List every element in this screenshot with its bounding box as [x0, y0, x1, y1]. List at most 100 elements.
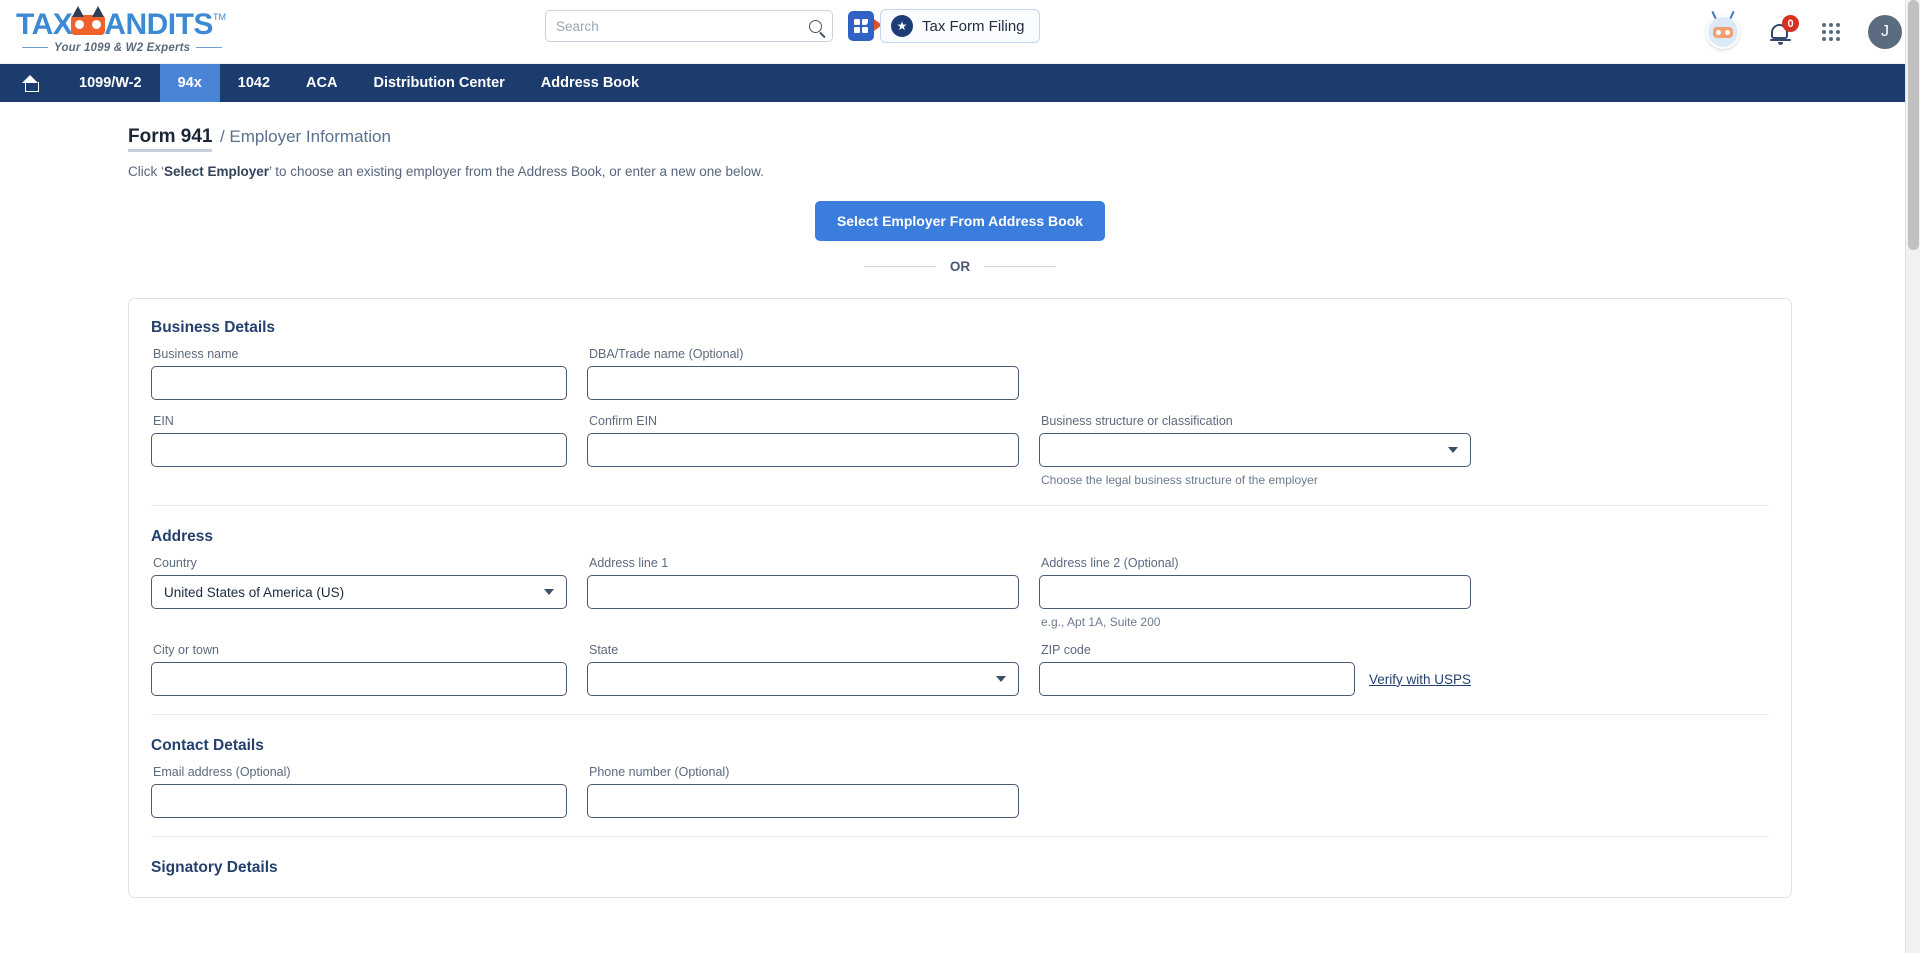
input-email-wrap[interactable] [151, 784, 567, 818]
address-line1-input[interactable] [600, 576, 1006, 608]
nav-item-distribution-center[interactable]: Distribution Center [355, 64, 522, 102]
input-dba-name-wrap[interactable] [587, 366, 1019, 400]
nav-label: 1099/W-2 [79, 75, 142, 91]
nav-label: 94x [178, 75, 202, 91]
label-address-line2: Address line 2 (Optional) [1039, 556, 1471, 570]
field-business-structure: Business structure or classification Cho… [1039, 414, 1471, 487]
search-input[interactable] [556, 19, 809, 34]
bandit-mask-icon [71, 15, 105, 35]
page-content: Form 941 / Employer Information Click ‘S… [0, 102, 1920, 953]
employer-information-card: Business Details Business name DBA/Trade… [128, 298, 1792, 898]
section-title-address: Address [139, 528, 1781, 546]
tax-form-filing-button[interactable]: ★ Tax Form Filing [880, 9, 1040, 43]
label-business-structure: Business structure or classification [1039, 414, 1471, 428]
logo-tagline: Your 1099 & W2 Experts [22, 42, 250, 54]
brand-logo[interactable]: TAX ANDITS TM Your 1099 & W2 Experts [0, 10, 250, 54]
field-city: City or town [151, 643, 567, 696]
nav-home[interactable] [0, 64, 61, 102]
grid-apps-icon [854, 19, 868, 33]
nav-item-1042[interactable]: 1042 [220, 64, 288, 102]
nav-label: ACA [306, 75, 337, 91]
country-value: United States of America (US) [164, 585, 544, 600]
business-structure-select[interactable] [1039, 433, 1471, 467]
input-ein-wrap[interactable] [151, 433, 567, 467]
row-address-1: Country United States of America (US) Ad… [139, 556, 1781, 629]
field-address-line1: Address line 1 [587, 556, 1019, 629]
tagline-rule-left [22, 47, 48, 48]
input-zip-wrap[interactable] [1039, 662, 1355, 696]
field-country: Country United States of America (US) [151, 556, 567, 629]
row-ein: EIN Confirm EIN Business structure or cl… [139, 414, 1781, 487]
instruction-text: Click ‘Select Employer’ to choose an exi… [0, 148, 1920, 179]
search-icon[interactable] [809, 20, 822, 33]
page-title-step: / Employer Information [220, 127, 391, 146]
section-divider-contact [151, 714, 1769, 715]
chat-bot-icon[interactable] [1706, 15, 1740, 49]
input-confirm-ein-wrap[interactable] [587, 433, 1019, 467]
avatar[interactable]: J [1868, 15, 1902, 49]
label-city: City or town [151, 643, 567, 657]
hint-business-structure: Choose the legal business structure of t… [1039, 473, 1471, 487]
field-phone: Phone number (Optional) [587, 765, 1019, 818]
row-address-2: City or town State ZIP code Verif [139, 643, 1781, 696]
label-dba-name: DBA/Trade name (Optional) [587, 347, 1019, 361]
nav-label: Distribution Center [373, 75, 504, 91]
field-email: Email address (Optional) [151, 765, 567, 818]
country-select[interactable]: United States of America (US) [151, 575, 567, 609]
input-phone-wrap[interactable] [587, 784, 1019, 818]
chevron-down-icon [544, 589, 554, 595]
ein-input[interactable] [164, 434, 554, 466]
scrollbar-thumb[interactable] [1908, 0, 1919, 250]
input-city-wrap[interactable] [151, 662, 567, 696]
logo-text-bandits: ANDITS [104, 10, 213, 40]
label-country: Country [151, 556, 567, 570]
section-title-contact-details: Contact Details [139, 737, 1781, 755]
select-employer-button[interactable]: Select Employer From Address Book [815, 201, 1105, 241]
avatar-initial: J [1881, 23, 1889, 41]
label-zip: ZIP code [1039, 643, 1471, 657]
input-business-name-wrap[interactable] [151, 366, 567, 400]
instruction-post: ’ to choose an existing employer from th… [269, 164, 764, 179]
search-box[interactable] [545, 10, 833, 42]
address-line2-input[interactable] [1052, 576, 1458, 608]
nav-item-1099-w2[interactable]: 1099/W-2 [61, 64, 160, 102]
tax-form-filing-label: Tax Form Filing [922, 18, 1025, 35]
or-line-right [984, 266, 1056, 267]
row-business-name: Business name DBA/Trade name (Optional) [139, 347, 1781, 400]
or-label: OR [950, 259, 970, 274]
input-address-line2-wrap[interactable] [1039, 575, 1471, 609]
business-name-input[interactable] [164, 367, 554, 399]
chevron-down-icon [1448, 447, 1458, 453]
page-title: Form 941 / Employer Information [0, 102, 1920, 148]
field-zip: ZIP code Verify with USPS [1039, 643, 1471, 696]
main-navigation: 1099/W-2 94x 1042 ACA Distribution Cente… [0, 64, 1920, 102]
nav-item-94x[interactable]: 94x [160, 64, 220, 102]
nav-item-address-book[interactable]: Address Book [523, 64, 657, 102]
phone-input[interactable] [600, 785, 1006, 817]
zip-input[interactable] [1052, 663, 1342, 695]
dba-name-input[interactable] [600, 367, 1006, 399]
apps-dots-icon[interactable] [1822, 23, 1840, 41]
select-employer-cta-wrap: Select Employer From Address Book [0, 201, 1920, 241]
field-business-name: Business name [151, 347, 567, 400]
verify-with-usps-link[interactable]: Verify with USPS [1369, 672, 1471, 687]
field-ein: EIN [151, 414, 567, 487]
zip-row: Verify with USPS [1039, 662, 1471, 696]
label-confirm-ein: Confirm EIN [587, 414, 1019, 428]
confirm-ein-input[interactable] [600, 434, 1006, 466]
instruction-pre: Click ‘ [128, 164, 164, 179]
page-scrollbar[interactable] [1905, 0, 1920, 953]
nav-item-aca[interactable]: ACA [288, 64, 355, 102]
city-input[interactable] [164, 663, 554, 695]
apps-launcher-button[interactable] [848, 11, 874, 41]
row-contact: Email address (Optional) Phone number (O… [139, 765, 1781, 818]
section-divider-address [151, 505, 1769, 506]
label-state: State [587, 643, 1019, 657]
notifications-button[interactable]: 0 [1768, 18, 1794, 46]
email-input[interactable] [164, 785, 554, 817]
input-address-line1-wrap[interactable] [587, 575, 1019, 609]
logo-trademark: TM [213, 12, 226, 22]
irs-seal-icon: ★ [891, 15, 913, 37]
label-business-name: Business name [151, 347, 567, 361]
state-select[interactable] [587, 662, 1019, 696]
